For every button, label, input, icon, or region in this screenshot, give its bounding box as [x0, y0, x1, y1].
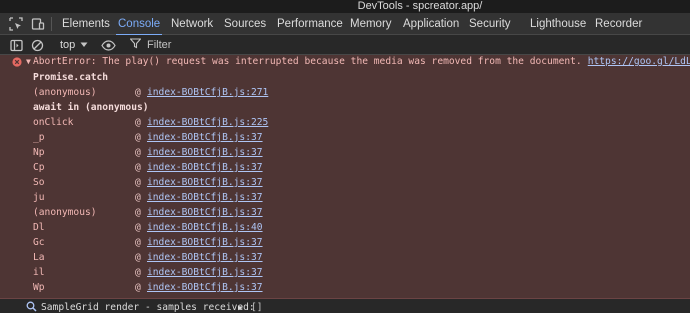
stack-frame-at: @ — [135, 282, 141, 293]
stack-frame-function: Gc — [33, 237, 45, 248]
expand-array-caret-icon[interactable]: ▶ — [238, 301, 243, 313]
tab-elements[interactable]: Elements — [62, 13, 110, 35]
context-selector[interactable]: top — [60, 37, 88, 53]
stack-frame-at: @ — [135, 267, 141, 278]
stack-frame-function: (anonymous) — [33, 87, 97, 98]
window-title: DevTools - spcreator.app/ — [357, 0, 483, 12]
console-log-message: SampleGrid render - samples received: ▶ … — [0, 301, 690, 313]
stack-frame-at: @ — [135, 117, 141, 128]
stack-frame-function: (anonymous) — [33, 207, 97, 218]
stack-frame-row: Np @ index-BOBtCfjB.js:37 — [33, 145, 653, 160]
stack-frame-row: Wp @ index-BOBtCfjB.js:37 — [33, 280, 653, 295]
stack-frame-function: La — [33, 252, 45, 263]
stack-frame-source-link[interactable]: index-BOBtCfjB.js:37 — [147, 280, 263, 295]
tab-sources[interactable]: Sources — [224, 13, 266, 35]
stack-frame-source-link[interactable]: index-BOBtCfjB.js:271 — [147, 85, 268, 100]
stack-frame-function: onClick — [33, 117, 74, 128]
stack-frame-row: Dl @ index-BOBtCfjB.js:40 — [33, 220, 653, 235]
stack-frame-source-link[interactable]: index-BOBtCfjB.js:37 — [147, 130, 263, 145]
tab-separator — [51, 17, 52, 31]
stack-frame-function: Cp — [33, 162, 45, 173]
stack-frame-source-link[interactable]: index-BOBtCfjB.js:37 — [147, 175, 263, 190]
stack-frame-row: La @ index-BOBtCfjB.js:37 — [33, 250, 653, 265]
clear-console-icon[interactable] — [28, 36, 46, 54]
stack-frame-at: @ — [135, 207, 141, 218]
filter-funnel-icon — [129, 36, 142, 54]
stack-frame-row: _p @ index-BOBtCfjB.js:37 — [33, 130, 653, 145]
inspect-element-icon[interactable] — [7, 15, 25, 33]
tab-performance[interactable]: Performance — [277, 13, 343, 35]
stack-frame-source-link[interactable]: index-BOBtCfjB.js:225 — [147, 115, 268, 130]
filter-field[interactable] — [129, 36, 690, 54]
stack-frame-at: @ — [135, 147, 141, 158]
stack-frame-source-link[interactable]: index-BOBtCfjB.js:40 — [147, 220, 263, 235]
stack-frame-function: Np — [33, 147, 45, 158]
error-message: AbortError: The play() request was inter… — [33, 56, 582, 67]
console-error-message: ▼ AbortError: The play() request was int… — [0, 55, 690, 299]
expand-caret-icon[interactable]: ▼ — [26, 55, 31, 69]
stack-frame-source-link[interactable]: index-BOBtCfjB.js:37 — [147, 250, 263, 265]
stack-frame-at: @ — [135, 252, 141, 263]
stack-frame-at: @ — [135, 162, 141, 173]
stack-frame-function: il — [33, 267, 45, 278]
stack-frame-source-link[interactable]: index-BOBtCfjB.js:37 — [147, 235, 263, 250]
stack-async-heading: Promise.catch — [33, 72, 109, 83]
sidebar-toggle-icon[interactable] — [7, 36, 25, 54]
error-icon — [12, 57, 22, 67]
search-icon — [26, 301, 37, 313]
tab-lighthouse[interactable]: Lighthouse — [530, 13, 586, 35]
tab-recorder[interactable]: Recorder — [595, 13, 642, 35]
stack-frame-function: Dl — [33, 222, 45, 233]
stack-frame-at: @ — [135, 87, 141, 98]
stack-frame-function: ju — [33, 192, 45, 203]
stack-frame-source-link[interactable]: index-BOBtCfjB.js:37 — [147, 205, 263, 220]
stack-frame-row: Gc @ index-BOBtCfjB.js:37 — [33, 235, 653, 250]
devtools-tab-bar: Elements Console Network Sources Perform… — [0, 13, 690, 36]
error-header: ▼ AbortError: The play() request was int… — [0, 55, 690, 69]
log-value[interactable]: [] — [251, 301, 263, 313]
stack-frame-row: (anonymous) @ index-BOBtCfjB.js:271 — [33, 85, 653, 100]
tab-console[interactable]: Console — [115, 13, 163, 36]
window-titlebar: DevTools - spcreator.app/ — [0, 0, 690, 13]
console-toolbar: top — [0, 35, 690, 55]
stack-frame-row: il @ index-BOBtCfjB.js:37 — [33, 265, 653, 280]
context-selector-value: top — [60, 39, 76, 51]
stack-frame-at: @ — [135, 177, 141, 188]
error-message-text: AbortError: The play() request was inter… — [33, 55, 690, 69]
tab-network[interactable]: Network — [171, 13, 213, 35]
stack-frame-function: Wp — [33, 282, 45, 293]
log-text: SampleGrid render - samples received: — [41, 302, 255, 313]
stack-frame-at: @ — [135, 192, 141, 203]
stack-frame-at: @ — [135, 222, 141, 233]
stack-frame-source-link[interactable]: index-BOBtCfjB.js:37 — [147, 265, 263, 280]
stack-frame-at: @ — [135, 237, 141, 248]
stack-frame-function: So — [33, 177, 45, 188]
stack-frame-source-link[interactable]: index-BOBtCfjB.js:37 — [147, 160, 263, 175]
stack-async-heading: await in (anonymous) — [33, 102, 149, 113]
stack-frame-row: Cp @ index-BOBtCfjB.js:37 — [33, 160, 653, 175]
error-help-link[interactable]: https://goo.gl/LdLk22 — [588, 56, 690, 67]
stack-frame-row: (anonymous) @ index-BOBtCfjB.js:37 — [33, 205, 653, 220]
chevron-down-icon — [80, 37, 88, 53]
live-expression-eye-icon[interactable] — [99, 36, 117, 54]
tab-security[interactable]: Security — [469, 13, 511, 35]
tab-application[interactable]: Application — [403, 13, 459, 35]
stack-frame-row: onClick @ index-BOBtCfjB.js:225 — [33, 115, 653, 130]
filter-input[interactable] — [147, 39, 447, 51]
stack-frame-source-link[interactable]: index-BOBtCfjB.js:37 — [147, 190, 263, 205]
stack-frame-source-link[interactable]: index-BOBtCfjB.js:37 — [147, 145, 263, 160]
stack-frame-at: @ — [135, 132, 141, 143]
stack-frame-row: So @ index-BOBtCfjB.js:37 — [33, 175, 653, 190]
stack-frame-function: _p — [33, 132, 45, 143]
tab-memory[interactable]: Memory — [350, 13, 392, 35]
stack-frame-row: ju @ index-BOBtCfjB.js:37 — [33, 190, 653, 205]
device-toolbar-icon[interactable] — [29, 15, 47, 33]
